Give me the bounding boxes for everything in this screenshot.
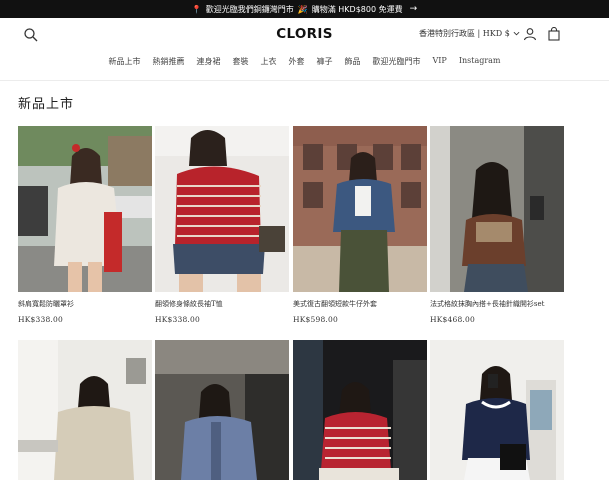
announcement-text: 歡迎光臨我們銅鑼灣門市	[205, 4, 294, 14]
header-divider	[0, 80, 609, 81]
nav-item-dresses[interactable]: 連身裙	[190, 56, 226, 72]
product-card[interactable]	[430, 340, 564, 480]
product-card[interactable]: 翻領修身條紋長袖T恤 HK$338.00	[155, 126, 289, 324]
product-image[interactable]	[430, 126, 564, 292]
product-image[interactable]	[293, 126, 427, 292]
product-card[interactable]	[155, 340, 289, 480]
pin-icon: 📍	[191, 4, 202, 14]
product-card[interactable]: 斜肩寬鬆防曬罩衫 HK$338.00	[18, 126, 152, 324]
product-card[interactable]	[293, 340, 427, 480]
main-nav: 新品上市 熱銷推薦 連身裙 套裝 上衣 外套 褲子 飾品 歡迎光臨門市 VIP …	[0, 56, 609, 72]
nav-item-accessories[interactable]: 飾品	[338, 56, 366, 72]
region-currency-selector[interactable]: 香港特別行政區 | HKD $	[419, 28, 520, 39]
product-image[interactable]	[18, 340, 152, 480]
announcement-bar[interactable]: 📍 歡迎光臨我們銅鑼灣門市 🎉 購物滿 HKD$800 免運費 →	[0, 0, 609, 18]
product-card[interactable]: 美式復古翻領短款牛仔外套 HK$598.00	[293, 126, 427, 324]
product-name[interactable]: 斜肩寬鬆防曬罩衫	[18, 299, 152, 309]
product-image[interactable]	[155, 340, 289, 480]
product-image[interactable]	[430, 340, 564, 480]
announcement-text-2: 購物滿 HKD$800 免運費	[311, 4, 403, 14]
arrow-right-icon[interactable]: →	[410, 4, 418, 14]
chevron-down-icon	[513, 31, 520, 36]
nav-item-vip[interactable]: VIP	[426, 56, 452, 72]
nav-item-tops[interactable]: 上衣	[254, 56, 282, 72]
party-popper-icon: 🎉	[297, 4, 308, 14]
nav-item-new-arrivals[interactable]: 新品上市	[102, 56, 146, 72]
product-price: HK$598.00	[293, 315, 338, 324]
product-price: HK$338.00	[155, 315, 200, 324]
region-label: 香港特別行政區 | HKD $	[419, 29, 510, 38]
nav-item-pants[interactable]: 褲子	[310, 56, 338, 72]
logo-text[interactable]: CLORIS	[276, 26, 332, 42]
product-price: HK$338.00	[18, 315, 63, 324]
product-card[interactable]: 法式格紋抹胸內搭+長袖針織開衫set HK$468.00	[430, 126, 564, 324]
product-name[interactable]: 翻領修身條紋長袖T恤	[155, 299, 289, 309]
product-card[interactable]	[18, 340, 152, 480]
user-icon[interactable]	[523, 27, 537, 41]
nav-item-outerwear[interactable]: 外套	[282, 56, 310, 72]
site-header: CLORIS 香港特別行政區 | HKD $	[0, 18, 609, 52]
product-image[interactable]	[18, 126, 152, 292]
bag-icon[interactable]	[547, 27, 561, 41]
nav-item-instagram[interactable]: Instagram	[453, 56, 507, 72]
product-name[interactable]: 美式復古翻領短款牛仔外套	[293, 299, 427, 309]
product-price: HK$468.00	[430, 315, 475, 324]
nav-item-store[interactable]: 歡迎光臨門市	[366, 56, 426, 72]
product-image[interactable]	[293, 340, 427, 480]
page-title: 新品上市	[18, 97, 75, 112]
nav-item-sets[interactable]: 套裝	[226, 56, 254, 72]
product-image[interactable]	[155, 126, 289, 292]
nav-item-best-sellers[interactable]: 熱銷推薦	[146, 56, 190, 72]
product-name[interactable]: 法式格紋抹胸內搭+長袖針織開衫set	[430, 299, 564, 309]
